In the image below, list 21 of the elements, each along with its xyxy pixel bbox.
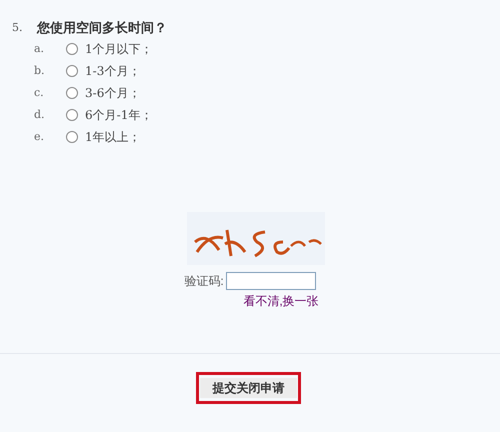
radio-button[interactable] — [66, 43, 78, 56]
refresh-captcha-link[interactable]: 看不清,换一张 — [243, 292, 319, 310]
option-letter: e. — [34, 129, 46, 145]
captcha-label: 验证码: — [184, 273, 224, 290]
radio-button[interactable] — [66, 109, 78, 122]
submit-button[interactable]: 提交关闭申请 — [200, 378, 297, 398]
option-label: 3-6个月； — [85, 85, 140, 102]
option-label: 6个月-1年； — [85, 107, 152, 124]
option-label: 1年以上； — [85, 129, 141, 146]
option-letter: a. — [34, 41, 46, 57]
captcha-input[interactable] — [226, 272, 316, 290]
option-letter: b. — [34, 63, 46, 79]
option-label: 1-3个月； — [85, 63, 140, 80]
option-label: 1个月以下； — [85, 41, 153, 58]
radio-button[interactable] — [66, 65, 78, 78]
radio-button[interactable] — [66, 87, 78, 100]
option-letter: d. — [34, 107, 46, 123]
question-number: 5. — [11, 20, 24, 36]
radio-button[interactable] — [66, 131, 78, 144]
question-title: 您使用空间多长时间？ — [37, 19, 167, 38]
option-letter: c. — [34, 85, 45, 101]
